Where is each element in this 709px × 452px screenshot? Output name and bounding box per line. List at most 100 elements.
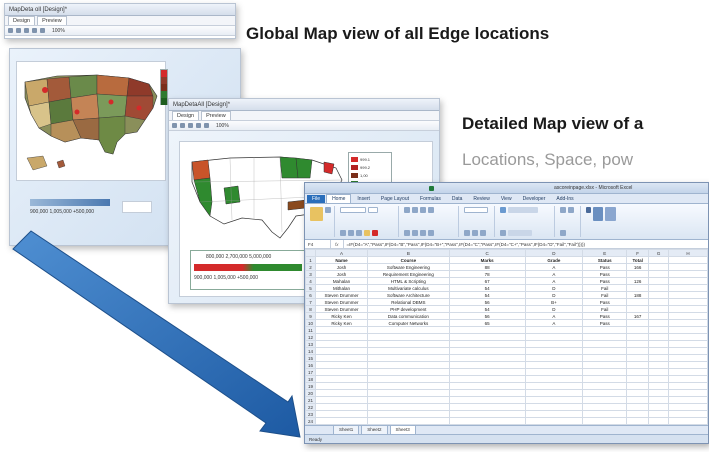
paste-icon[interactable] bbox=[310, 207, 323, 221]
empty-cell[interactable] bbox=[582, 333, 628, 341]
empty-cell[interactable] bbox=[366, 368, 450, 376]
empty-cell[interactable] bbox=[524, 340, 584, 348]
row-number[interactable]: 4 bbox=[305, 277, 316, 285]
format-table-icon[interactable] bbox=[500, 230, 506, 236]
empty-cell[interactable] bbox=[648, 326, 670, 334]
empty-cell[interactable] bbox=[626, 396, 650, 404]
empty-cell[interactable] bbox=[648, 354, 670, 362]
row-number[interactable]: 6 bbox=[305, 291, 316, 299]
empty-cell[interactable] bbox=[668, 417, 708, 425]
data-cell[interactable]: 167 bbox=[626, 312, 650, 320]
empty-cell[interactable] bbox=[648, 396, 670, 404]
data-cell[interactable]: Fail bbox=[582, 305, 628, 313]
empty-cell[interactable] bbox=[668, 291, 708, 299]
spreadsheet-grid[interactable]: A B C D E F G H 1 Name Course Marks Grad… bbox=[305, 249, 708, 443]
back-icon[interactable] bbox=[180, 123, 185, 128]
refresh-icon[interactable] bbox=[32, 28, 37, 33]
empty-cell[interactable] bbox=[648, 347, 670, 355]
empty-cell[interactable] bbox=[668, 305, 708, 313]
format-cells-icon[interactable] bbox=[560, 230, 566, 236]
empty-cell[interactable] bbox=[648, 417, 670, 425]
empty-cell[interactable] bbox=[668, 347, 708, 355]
empty-cell[interactable] bbox=[448, 389, 526, 397]
cut-icon[interactable] bbox=[325, 207, 331, 213]
empty-cell[interactable] bbox=[314, 389, 368, 397]
row-number[interactable]: 18 bbox=[305, 375, 316, 383]
insert-cells-icon[interactable] bbox=[560, 207, 566, 213]
empty-cell[interactable] bbox=[668, 284, 708, 292]
empty-cell[interactable] bbox=[314, 368, 368, 376]
conditional-formatting-icon[interactable] bbox=[500, 207, 506, 213]
empty-cell[interactable] bbox=[648, 333, 670, 341]
refresh-icon[interactable] bbox=[196, 123, 201, 128]
font-name-select[interactable] bbox=[340, 207, 366, 213]
empty-cell[interactable] bbox=[448, 347, 526, 355]
data-cell[interactable]: Software Architecture bbox=[366, 291, 450, 299]
data-cell[interactable]: Ricky Ken bbox=[314, 319, 368, 327]
empty-cell[interactable] bbox=[314, 333, 368, 341]
empty-cell[interactable] bbox=[314, 417, 368, 425]
data-cell[interactable]: A bbox=[524, 270, 584, 278]
empty-cell[interactable] bbox=[648, 277, 670, 285]
empty-cell[interactable] bbox=[448, 403, 526, 411]
data-cell[interactable]: D bbox=[524, 291, 584, 299]
empty-cell[interactable] bbox=[626, 368, 650, 376]
empty-cell[interactable] bbox=[582, 417, 628, 425]
empty-cell[interactable] bbox=[524, 368, 584, 376]
empty-cell[interactable] bbox=[366, 347, 450, 355]
forward-icon[interactable] bbox=[188, 123, 193, 128]
data-cell[interactable]: Josh bbox=[314, 270, 368, 278]
forward-icon[interactable] bbox=[24, 28, 29, 33]
empty-cell[interactable] bbox=[582, 389, 628, 397]
empty-cell[interactable] bbox=[582, 403, 628, 411]
data-cell[interactable]: Multivariate calculus bbox=[366, 284, 450, 292]
empty-cell[interactable] bbox=[668, 312, 708, 320]
data-cell[interactable]: 166 bbox=[626, 263, 650, 271]
column-header[interactable]: B bbox=[366, 249, 450, 257]
autosum-icon[interactable] bbox=[586, 207, 591, 213]
column-header[interactable]: E bbox=[582, 249, 628, 257]
empty-cell[interactable] bbox=[648, 361, 670, 369]
data-cell[interactable]: A bbox=[524, 263, 584, 271]
empty-cell[interactable] bbox=[366, 396, 450, 404]
empty-cell[interactable] bbox=[582, 361, 628, 369]
data-cell[interactable]: 78 bbox=[448, 270, 526, 278]
data-cell[interactable]: Ricky Ken bbox=[314, 312, 368, 320]
empty-cell[interactable] bbox=[366, 361, 450, 369]
header-cell[interactable]: Marks bbox=[448, 256, 526, 264]
tab-design[interactable]: Design bbox=[172, 111, 200, 120]
empty-cell[interactable] bbox=[668, 277, 708, 285]
data-cell[interactable] bbox=[626, 270, 650, 278]
number-format-select[interactable] bbox=[464, 207, 488, 213]
empty-cell[interactable] bbox=[668, 326, 708, 334]
empty-cell[interactable] bbox=[668, 270, 708, 278]
empty-cell[interactable] bbox=[668, 340, 708, 348]
column-header[interactable]: A bbox=[314, 249, 368, 257]
conditional-formatting-button[interactable] bbox=[508, 207, 538, 213]
empty-cell[interactable] bbox=[582, 340, 628, 348]
tab-view[interactable]: View bbox=[496, 195, 517, 203]
data-cell[interactable] bbox=[626, 319, 650, 327]
empty-cell[interactable] bbox=[626, 382, 650, 390]
empty-cell[interactable] bbox=[314, 354, 368, 362]
row-number[interactable]: 11 bbox=[305, 326, 316, 334]
data-cell[interactable]: 126 bbox=[626, 277, 650, 285]
data-cell[interactable]: Josh bbox=[314, 263, 368, 271]
empty-cell[interactable] bbox=[648, 263, 670, 271]
select-all-cell[interactable] bbox=[305, 249, 316, 257]
empty-cell[interactable] bbox=[366, 326, 450, 334]
empty-cell[interactable] bbox=[524, 326, 584, 334]
header-cell[interactable]: Total bbox=[626, 256, 650, 264]
data-cell[interactable]: D bbox=[524, 284, 584, 292]
row-number[interactable]: 12 bbox=[305, 333, 316, 341]
tab-review[interactable]: Review bbox=[468, 195, 494, 203]
empty-cell[interactable] bbox=[582, 347, 628, 355]
empty-cell[interactable] bbox=[314, 403, 368, 411]
empty-cell[interactable] bbox=[648, 256, 670, 264]
header-cell[interactable]: Name bbox=[314, 256, 368, 264]
percent-icon[interactable] bbox=[472, 230, 478, 236]
data-cell[interactable]: 54 bbox=[448, 305, 526, 313]
tab-preview[interactable]: Preview bbox=[37, 16, 67, 25]
data-cell[interactable]: 56 bbox=[448, 298, 526, 306]
empty-cell[interactable] bbox=[668, 298, 708, 306]
